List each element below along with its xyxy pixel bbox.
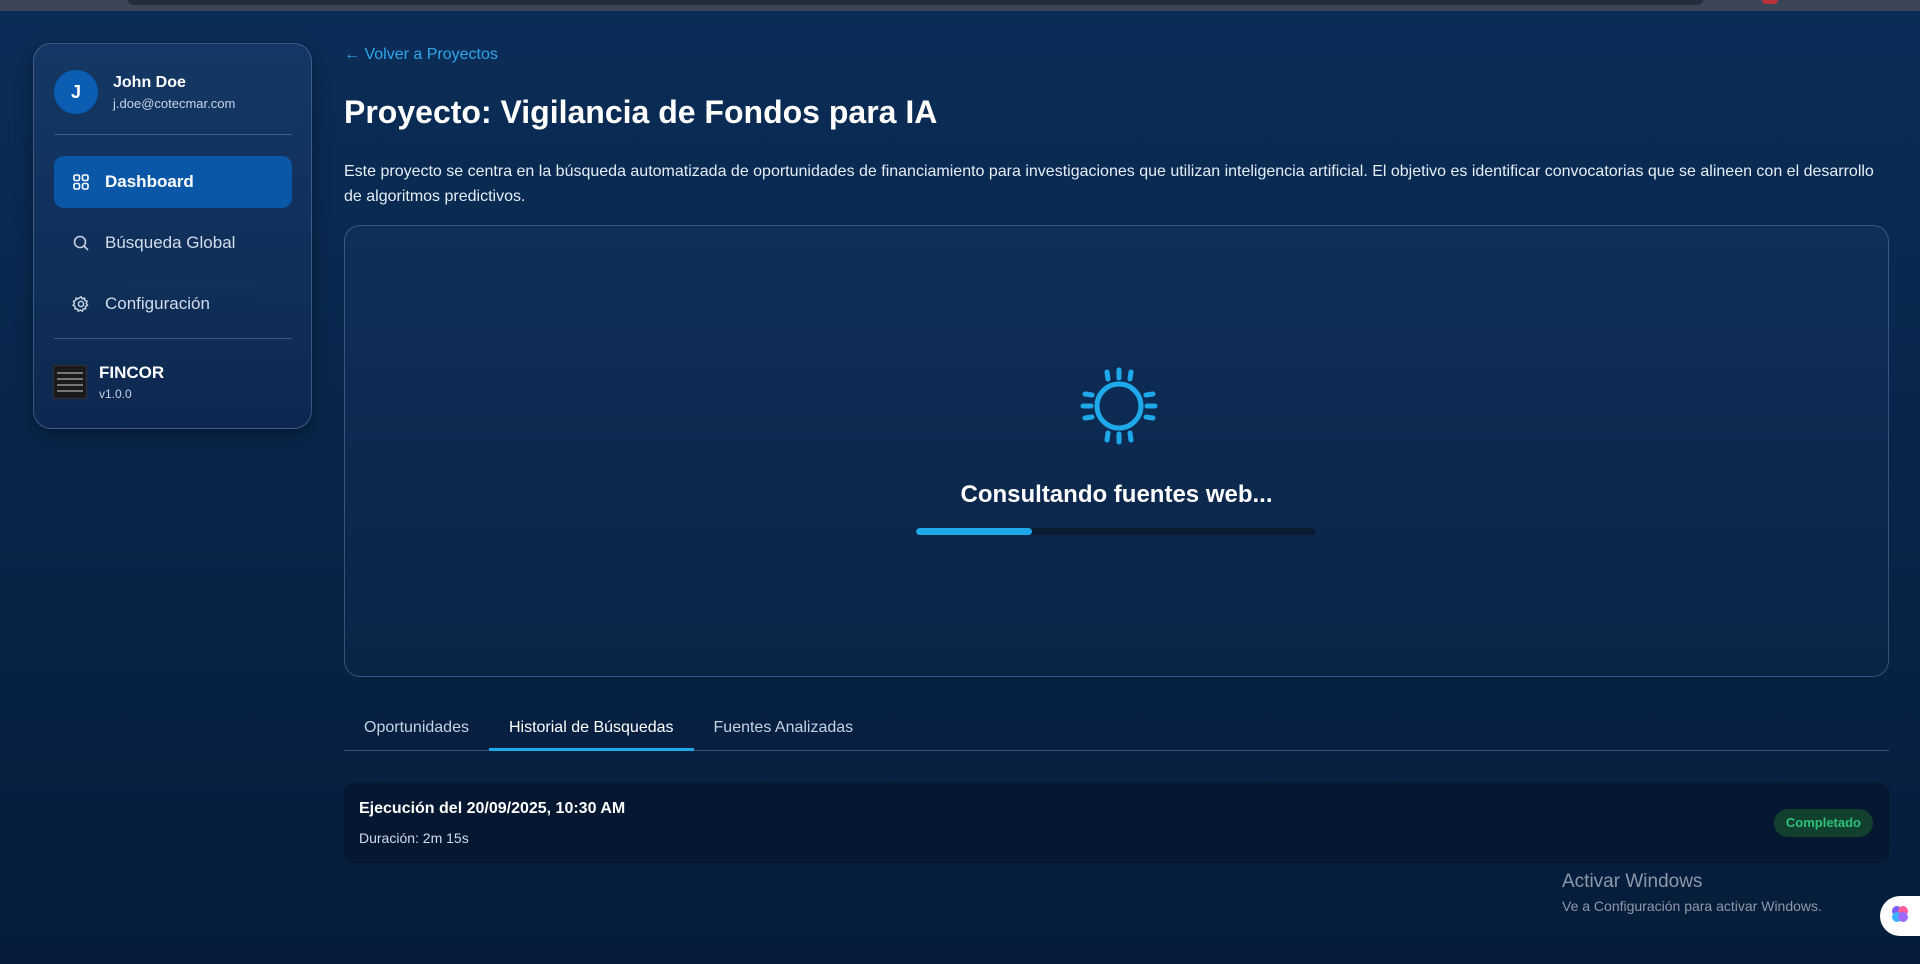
user-name: John Doe bbox=[113, 73, 186, 91]
browser-indicator bbox=[1762, 0, 1778, 4]
history-list-item[interactable]: Ejecución del 20/09/2025, 10:30 AM Durac… bbox=[344, 783, 1889, 863]
sidebar-item-label: Búsqueda Global bbox=[105, 233, 236, 252]
loading-status-text: Consultando fuentes web... bbox=[960, 481, 1273, 508]
execution-duration: Duración: 2m 15s bbox=[359, 830, 469, 846]
brand-name: FINCOR bbox=[99, 363, 165, 382]
tabs: Oportunidades Historial de Búsquedas Fue… bbox=[344, 708, 1889, 751]
sidebar-item-label: Configuración bbox=[105, 294, 210, 313]
tab-oportunidades[interactable]: Oportunidades bbox=[344, 708, 489, 751]
grid-icon bbox=[72, 173, 90, 191]
brand-version: v1.0.0 bbox=[99, 387, 132, 401]
browser-top-bar bbox=[0, 0, 1920, 11]
status-badge: Completado bbox=[1773, 809, 1873, 837]
browser-address-bar[interactable] bbox=[128, 0, 1703, 5]
sidebar-divider bbox=[54, 134, 292, 135]
sidebar-item-configuracion[interactable]: Configuración bbox=[54, 278, 292, 330]
sidebar-item-busqueda-global[interactable]: Búsqueda Global bbox=[54, 217, 292, 269]
progress-fill bbox=[916, 528, 1032, 535]
page-title: Proyecto: Vigilancia de Fondos para IA bbox=[344, 94, 938, 130]
floating-assistant-button[interactable] bbox=[1880, 896, 1920, 936]
spinner-icon bbox=[1079, 366, 1159, 446]
sidebar-item-label: Dashboard bbox=[105, 172, 194, 191]
search-icon bbox=[72, 234, 90, 252]
sidebar-item-dashboard[interactable]: Dashboard bbox=[54, 156, 292, 208]
watermark-subtitle: Ve a Configuración para activar Windows. bbox=[1562, 898, 1822, 914]
user-email: j.doe@cotecmar.com bbox=[113, 95, 236, 111]
avatar: J bbox=[54, 70, 98, 114]
tab-historial-de-busquedas[interactable]: Historial de Búsquedas bbox=[488, 708, 694, 751]
sidebar: J John Doe j.doe@cotecmar.com Dashboard … bbox=[33, 43, 312, 429]
tab-fuentes-analizadas[interactable]: Fuentes Analizadas bbox=[694, 708, 874, 751]
brand-logo bbox=[53, 365, 87, 399]
execution-title: Ejecución del 20/09/2025, 10:30 AM bbox=[359, 800, 626, 817]
back-to-projects-link[interactable]: ← Volver a Proyectos bbox=[344, 46, 498, 64]
gear-icon bbox=[72, 295, 90, 313]
brand: FINCOR v1.0.0 bbox=[53, 363, 164, 401]
brain-icon bbox=[1889, 903, 1911, 930]
windows-activation-watermark: Activar Windows Ve a Configuración para … bbox=[1562, 871, 1822, 914]
progress-bar bbox=[916, 528, 1316, 535]
watermark-title: Activar Windows bbox=[1562, 871, 1703, 892]
user-profile[interactable]: J John Doe j.doe@cotecmar.com bbox=[54, 70, 235, 114]
sidebar-divider bbox=[54, 338, 292, 339]
project-description: Este proyecto se centra en la búsqueda a… bbox=[344, 163, 1874, 205]
loading-card: Consultando fuentes web... bbox=[344, 225, 1889, 677]
